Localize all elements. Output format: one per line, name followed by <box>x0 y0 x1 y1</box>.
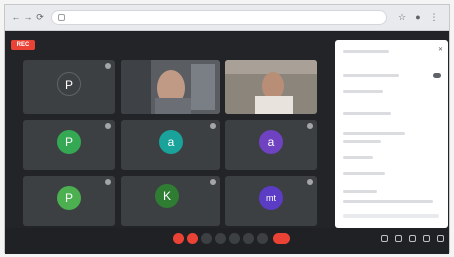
participant-video-tile[interactable] <box>225 60 317 114</box>
panel-row <box>343 112 391 115</box>
avatar-initial: a <box>267 135 275 149</box>
panel-row <box>343 140 381 143</box>
lock-icon[interactable] <box>437 235 444 242</box>
participant-tile[interactable]: P <box>23 120 115 170</box>
meeting-area: REC P P a a P K mt ✕ <box>5 32 449 254</box>
more-options-button[interactable] <box>243 233 254 244</box>
avatar-initial: mt <box>266 193 276 203</box>
browser-toolbar: ← → ⟳ ☆ ● ⋮ <box>5 5 449 31</box>
avatar-initial: K <box>162 189 171 203</box>
avatar: P <box>57 186 81 210</box>
panel-row <box>343 90 383 93</box>
pin-icon[interactable] <box>210 123 216 129</box>
panel-row <box>343 156 373 159</box>
back-icon[interactable]: ← <box>11 12 21 22</box>
side-panel: ✕ <box>335 40 448 228</box>
reload-icon[interactable]: ⟳ <box>35 12 45 22</box>
participant-tile[interactable]: P <box>23 176 115 226</box>
pin-icon[interactable] <box>105 123 111 129</box>
control-bar <box>5 228 449 254</box>
participant-tile[interactable]: mt <box>225 176 317 226</box>
avatar-initial: a <box>167 135 175 149</box>
bookmark-icon[interactable]: ☆ <box>397 12 407 22</box>
end-call-button[interactable] <box>273 233 290 244</box>
pin-icon[interactable] <box>307 123 313 129</box>
avatar: a <box>259 130 283 154</box>
raise-hand-button[interactable] <box>215 233 226 244</box>
menu-icon[interactable]: ⋮ <box>429 12 439 22</box>
info-icon[interactable] <box>381 235 388 242</box>
video-feed <box>225 60 317 114</box>
participant-tile[interactable]: a <box>225 120 317 170</box>
avatar-initial: P <box>64 78 73 92</box>
panel-heading <box>343 50 389 53</box>
reactions-button[interactable] <box>257 233 268 244</box>
pin-icon[interactable] <box>105 179 111 185</box>
recording-badge: REC <box>11 40 35 50</box>
panel-row <box>343 200 433 203</box>
panel-row <box>343 190 377 193</box>
panel-row <box>343 74 399 77</box>
people-icon[interactable] <box>395 235 402 242</box>
avatar: P <box>57 130 81 154</box>
avatar: mt <box>259 186 283 210</box>
lock-icon <box>58 14 65 21</box>
participant-tile[interactable]: K <box>121 176 220 226</box>
panel-row <box>343 132 405 135</box>
avatar-initial: P <box>64 191 73 205</box>
forward-icon[interactable]: → <box>23 12 33 22</box>
chat-icon[interactable] <box>409 235 416 242</box>
pin-icon[interactable] <box>210 179 216 185</box>
avatar-initial: P <box>64 135 73 149</box>
browser-window: ← → ⟳ ☆ ● ⋮ REC P P a a P K mt ✕ <box>4 4 450 254</box>
present-button[interactable] <box>229 233 240 244</box>
panel-row <box>343 172 385 175</box>
avatar: a <box>159 130 183 154</box>
video-feed <box>121 60 220 114</box>
avatar: P <box>57 72 81 96</box>
profile-icon[interactable]: ● <box>413 12 423 22</box>
pin-icon[interactable] <box>105 63 111 69</box>
participant-tile[interactable]: P <box>23 60 115 114</box>
camera-off-button[interactable] <box>187 233 198 244</box>
panel-input[interactable] <box>343 214 439 218</box>
mic-off-button[interactable] <box>173 233 184 244</box>
participant-video-tile[interactable] <box>121 60 220 114</box>
pin-icon[interactable] <box>307 179 313 185</box>
activities-icon[interactable] <box>423 235 430 242</box>
toggle-switch[interactable] <box>433 73 441 78</box>
address-bar[interactable] <box>51 10 387 25</box>
avatar: K <box>155 184 179 208</box>
close-icon[interactable]: ✕ <box>438 47 444 53</box>
captions-button[interactable] <box>201 233 212 244</box>
participant-tile[interactable]: a <box>121 120 220 170</box>
